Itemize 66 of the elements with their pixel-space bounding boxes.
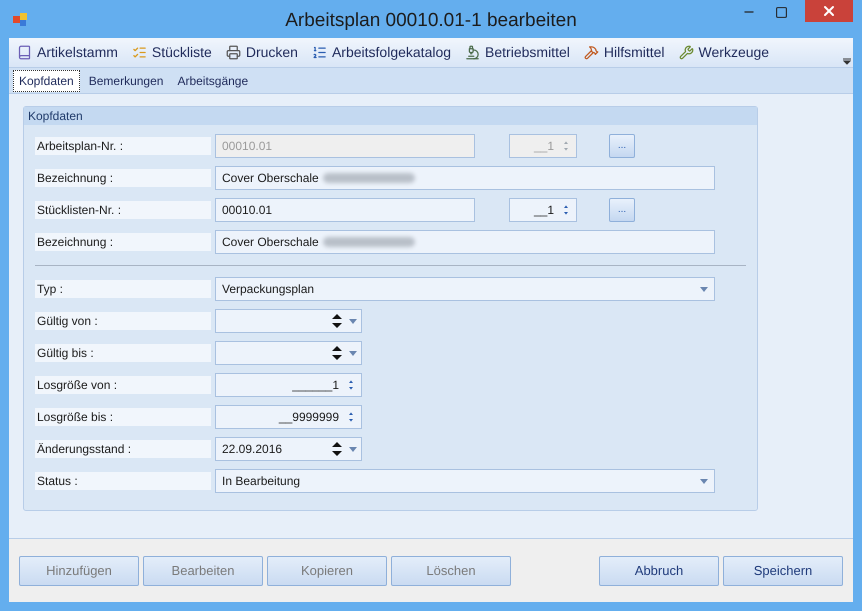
text-field[interactable]: Cover Oberschale (215, 166, 715, 190)
toolbar-button[interactable]: Artikelstamm (17, 42, 118, 63)
toolbar-button[interactable]: Hilfsmittel (584, 42, 665, 63)
toolbar-button[interactable]: Betriebsmittel (465, 42, 570, 63)
dropdown-arrow-icon (349, 446, 357, 452)
spin-field[interactable]: __9999999 (215, 405, 362, 429)
field-label: Änderungsstand : (35, 440, 211, 458)
field-value: In Bearbeitung (222, 473, 300, 490)
maximize-icon (774, 6, 788, 18)
field-label: Status : (35, 472, 211, 490)
spin-value: __1 (534, 202, 554, 219)
field-label: Bezeichnung : (35, 169, 211, 187)
spin-value: __1 (534, 138, 554, 155)
date-field[interactable] (215, 341, 362, 365)
printer-icon (226, 45, 241, 60)
field-label: Arbeitsplan-Nr. : (35, 137, 211, 155)
number-field[interactable]: 00010.01 (215, 198, 475, 222)
spin-field[interactable]: __1 (509, 198, 577, 222)
field-value: Verpackungsplan (222, 281, 314, 298)
dropdown-arrow-icon (349, 350, 357, 356)
wrench-icon (678, 45, 694, 60)
field-label: Losgröße bis : (35, 408, 211, 426)
microscope-icon (465, 45, 480, 60)
panel-title: Kopfdaten (28, 108, 83, 125)
dropdown-arrow-icon (700, 478, 708, 484)
field-label: Gültig bis : (35, 344, 211, 362)
field-label: Losgröße von : (35, 376, 211, 394)
action-button[interactable]: Speichern (723, 556, 843, 586)
toolbar-button[interactable]: Werkzeuge (678, 42, 770, 63)
tab[interactable]: Arbeitsgänge (172, 70, 254, 92)
field-value: ______1 (292, 377, 339, 394)
tab[interactable]: Bemerkungen (84, 70, 168, 92)
dropdown-arrow-icon (700, 286, 708, 292)
dropdown-field[interactable]: Verpackungsplan (215, 277, 715, 301)
overflow-icon[interactable] (843, 57, 851, 65)
spin-arrows-icon[interactable] (331, 312, 343, 330)
hammer-icon (584, 45, 599, 60)
book-icon (17, 45, 32, 60)
field-value: Cover Oberschale (222, 234, 319, 251)
spin-arrows-icon[interactable] (331, 440, 343, 458)
dropdown-arrow-icon (349, 318, 357, 324)
app-icon (12, 11, 28, 27)
spin-field[interactable]: ______1 (215, 373, 362, 397)
field-label: Typ : (35, 280, 211, 298)
toolbar-button[interactable]: Stückliste (132, 42, 212, 63)
field-value: 22.09.2016 (222, 441, 282, 458)
browse-button[interactable]: ... (609, 198, 635, 222)
date-field[interactable]: 22.09.2016 (215, 437, 362, 461)
list-icon (312, 45, 327, 60)
toolbar-button[interactable]: Arbeitsfolgekatalog (312, 42, 452, 63)
field-label: Bezeichnung : (35, 233, 211, 251)
window-title: Arbeitsplan 00010.01-1 bearbeiten (284, 9, 578, 33)
date-field[interactable] (215, 309, 362, 333)
tab[interactable]: Kopfdaten (13, 70, 80, 92)
close-icon (821, 3, 837, 19)
field-value: __9999999 (278, 409, 339, 426)
text-field[interactable]: Cover Oberschale (215, 230, 715, 254)
close-button[interactable] (805, 0, 853, 22)
dropdown-field[interactable]: In Bearbeitung (215, 469, 715, 493)
action-button[interactable]: Abbruch (599, 556, 719, 586)
checklist-icon (132, 45, 147, 60)
field-label: Stücklisten-Nr. : (35, 201, 211, 219)
field-label: Gültig von : (35, 312, 211, 330)
spin-arrows-icon[interactable] (331, 344, 343, 362)
toolbar-button[interactable]: Drucken (226, 42, 298, 63)
field-value: Cover Oberschale (222, 170, 319, 187)
